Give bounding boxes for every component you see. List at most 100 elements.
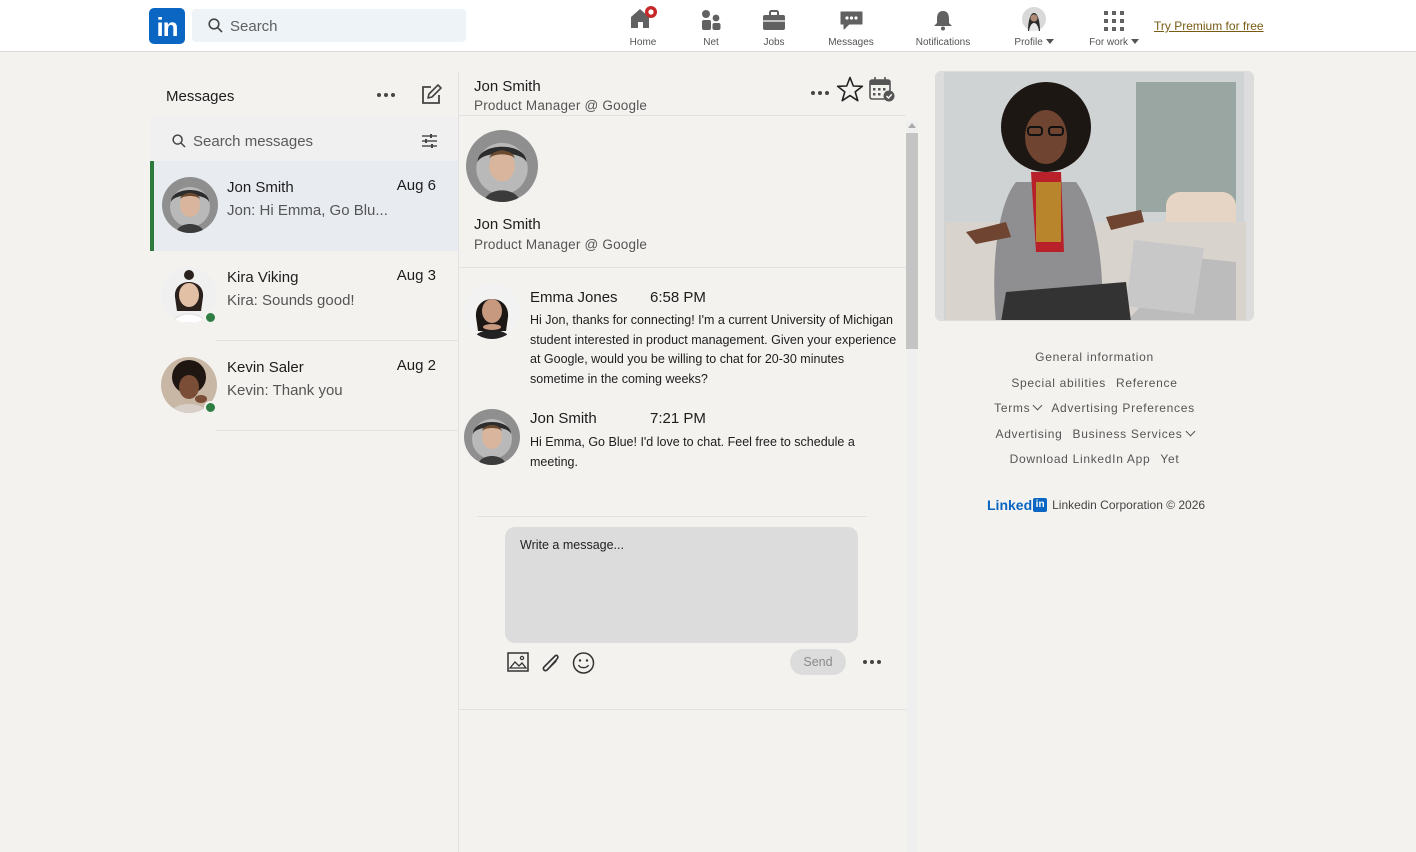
message-compose-input[interactable]: Write a message...: [505, 527, 858, 643]
nav-label: Net: [703, 37, 719, 48]
scrollbar-thumb[interactable]: [906, 133, 918, 349]
chevron-down-icon: [1185, 426, 1195, 437]
footer-link-terms[interactable]: Terms: [994, 400, 1043, 416]
try-premium-link[interactable]: Try Premium for free: [1154, 19, 1264, 33]
global-search-input[interactable]: Search: [192, 9, 466, 42]
compose-icon[interactable]: [420, 84, 442, 106]
business-services-label: Business Services: [1072, 426, 1183, 441]
search-placeholder: Search: [230, 18, 278, 35]
nav-label: Profile: [1010, 37, 1058, 48]
footer-links: General information Special abilities Ref…: [935, 348, 1254, 476]
conversation-preview: Kira: Sounds good!: [227, 292, 355, 309]
footer-link-general[interactable]: General information: [1035, 350, 1154, 364]
conversation-name: Jon Smith: [227, 179, 294, 196]
contact-avatar[interactable]: [466, 130, 538, 202]
conversation-item[interactable]: Kira Viking Aug 3 Kira: Sounds good!: [150, 251, 458, 341]
thread-scrollbar[interactable]: [906, 121, 918, 852]
divider: [459, 709, 906, 710]
messaging-list-panel: Messages Search messages Jon Smith Aug 6…: [150, 71, 458, 852]
conversation-preview: Kevin: Thank you: [227, 382, 343, 399]
divider: [216, 430, 458, 431]
bell-icon: [934, 11, 952, 31]
message-time: 7:21 PM: [650, 410, 706, 427]
nav-label: For work: [1086, 37, 1142, 48]
nav-for-work[interactable]: For work: [1086, 5, 1142, 48]
nav-label: Home: [629, 37, 657, 48]
conversation-thread: Jon Smith Product Manager @ Google Jon S…: [458, 71, 918, 852]
scroll-up-arrow-icon[interactable]: [908, 123, 916, 128]
footer-link-reference[interactable]: Reference: [1116, 376, 1178, 390]
conversation-date: Aug 3: [396, 267, 436, 284]
search-messages-input[interactable]: Search messages: [150, 117, 458, 161]
footer-brand-mini-logo: in: [1033, 498, 1048, 512]
divider: [477, 516, 867, 517]
conversation-date: Aug 6: [396, 177, 436, 194]
contact-title: Product Manager @ Google: [474, 237, 648, 252]
conversation-name: Kevin Saler: [227, 359, 304, 376]
sender-avatar[interactable]: [464, 283, 520, 339]
footer-link-special-abilities[interactable]: Special abilities: [1011, 376, 1106, 390]
contact-profile-card: Jon Smith Product Manager @ Google: [459, 116, 906, 268]
thread-header: Jon Smith Product Manager @ Google: [459, 71, 906, 116]
nav-profile[interactable]: Profile: [1010, 5, 1058, 48]
contact-name[interactable]: Jon Smith: [474, 216, 541, 233]
footer-link-advertising[interactable]: Advertising: [995, 427, 1062, 441]
nav-label: Notifications: [915, 37, 971, 48]
footer-link-download-app[interactable]: Download LinkedIn App: [1010, 452, 1151, 466]
send-button[interactable]: Send: [790, 649, 846, 675]
calendar-schedule-icon[interactable]: [868, 76, 896, 103]
thread-more-icon[interactable]: [811, 91, 829, 95]
nav-network[interactable]: Net: [696, 5, 726, 48]
footer-link-business-services[interactable]: Business Services: [1072, 426, 1195, 441]
more-options-icon[interactable]: [377, 93, 395, 97]
thread-contact-name[interactable]: Jon Smith: [474, 78, 541, 95]
sender-avatar[interactable]: [464, 409, 520, 465]
profile-avatar: [1022, 7, 1046, 31]
caret-down-icon: [1130, 39, 1139, 44]
nav-notifications[interactable]: Notifications: [912, 5, 974, 48]
briefcase-icon: [763, 10, 785, 30]
thread-contact-title: Product Manager @ Google: [474, 98, 648, 113]
for-work-label: For work: [1089, 37, 1129, 48]
paperclip-icon[interactable]: [539, 652, 563, 674]
linkedin-logo[interactable]: in: [149, 8, 185, 44]
filter-icon[interactable]: [422, 134, 437, 148]
network-icon: [702, 10, 721, 30]
conversation-date: Aug 2: [396, 357, 436, 374]
grid-icon: [1104, 11, 1124, 31]
footer-link-ad-preferences[interactable]: Advertising Preferences: [1051, 401, 1195, 415]
message-body: Hi Jon, thanks for connecting! I'm a cur…: [530, 313, 897, 386]
online-status-indicator: [204, 401, 217, 414]
avatar: [162, 177, 218, 233]
footer-brand-logo: Linked: [987, 497, 1033, 513]
nav-jobs[interactable]: Jobs: [758, 5, 790, 48]
search-icon: [208, 18, 223, 33]
image-icon[interactable]: [507, 652, 529, 672]
compose-placeholder: Write a message...: [520, 538, 624, 552]
search-messages-placeholder: Search messages: [193, 133, 314, 150]
online-status-indicator: [204, 311, 217, 324]
conversation-item[interactable]: Jon Smith Aug 6 Jon: Hi Emma, Go Blu...: [150, 161, 458, 251]
terms-label: Terms: [994, 401, 1031, 416]
message-bubble-icon: [840, 11, 862, 30]
profile-label: Profile: [1014, 37, 1043, 48]
top-nav: in Search Home Net Jobs Messages Notific…: [0, 0, 1416, 52]
ad-image[interactable]: [935, 71, 1254, 321]
conversation-preview: Jon: Hi Emma, Go Blu...: [227, 202, 388, 219]
emoji-icon[interactable]: [572, 652, 595, 674]
copyright: Linked in Linkedin Corporation © 2026: [987, 497, 1205, 513]
copyright-text: Linkedin Corporation © 2026: [1052, 498, 1206, 512]
search-icon: [172, 134, 186, 148]
message-sender: Jon Smith: [530, 410, 597, 427]
footer-link-yet[interactable]: Yet: [1160, 452, 1179, 466]
nav-messages[interactable]: Messages: [826, 5, 876, 48]
caret-down-icon: [1045, 39, 1054, 44]
nav-label: Jobs: [763, 37, 785, 48]
conversation-item[interactable]: Kevin Saler Aug 2 Kevin: Thank you: [150, 341, 458, 431]
messaging-header: Messages: [150, 71, 458, 117]
message-sender: Emma Jones: [530, 289, 618, 306]
star-icon[interactable]: [836, 76, 864, 103]
message-time: 6:58 PM: [650, 289, 706, 306]
nav-home[interactable]: Home: [622, 5, 664, 48]
compose-more-icon[interactable]: [863, 660, 881, 664]
